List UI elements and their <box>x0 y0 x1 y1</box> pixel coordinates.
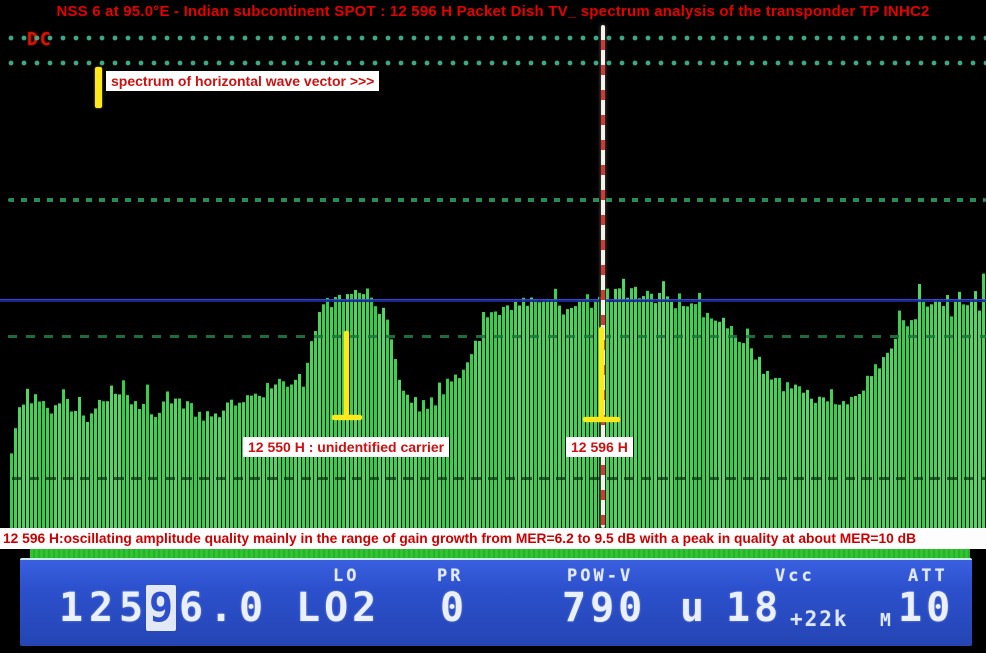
marker-12550-base <box>332 415 362 420</box>
header-lo: LO <box>333 566 359 586</box>
header-vcc: Vcc <box>775 566 815 586</box>
reference-level-line <box>0 299 986 302</box>
meter-readout-panel: LO PR POW-V Vcc ATT 12596.0 LO2 0 790 u … <box>20 558 972 646</box>
header-pr: PR <box>437 566 463 586</box>
header-pow-v: POW-V <box>567 566 633 586</box>
frequency-digit: 5 <box>116 585 146 631</box>
pow-value: 790 <box>562 585 646 631</box>
frequency-digit: 6 <box>176 585 206 631</box>
att-prefix: M <box>880 610 891 631</box>
frequency-digit: 0 <box>236 585 266 631</box>
marker-12596-base <box>583 417 620 422</box>
frequency-digit: 1 <box>56 585 86 631</box>
wave-vector-marker-bar <box>95 67 102 108</box>
marker-12550-line <box>344 331 349 417</box>
grid-dash-row-5 <box>12 477 986 480</box>
frequency-display: 12596.0 <box>56 585 266 631</box>
wave-vector-label: spectrum of horizontal wave vector >>> <box>106 71 379 91</box>
pow-unit: u <box>680 585 708 631</box>
frequency-digit: . <box>206 585 236 631</box>
pr-value: 0 <box>440 585 468 631</box>
carrier-12550-label: 12 550 H : unidentified carrier <box>243 437 449 457</box>
att-value: 10 <box>898 585 954 631</box>
analysis-note: 12 596 H:oscillating amplitude quality m… <box>0 528 986 549</box>
tone-22k-value: +22k <box>790 607 849 631</box>
panel-green-strip <box>30 549 970 558</box>
marker-12596-line <box>599 327 604 420</box>
vcc-value: 18 <box>726 585 782 631</box>
carrier-12596-label: 12 596 H <box>566 437 633 457</box>
spectrum-analyzer-photo: NSS 6 at 95.0°E - Indian subcontinent SP… <box>0 0 986 653</box>
grid-dash-row-4 <box>8 335 986 338</box>
lo-value: LO2 <box>296 585 380 631</box>
frequency-digit: 2 <box>86 585 116 631</box>
frequency-digit-cursor: 9 <box>146 585 176 631</box>
header-att: ATT <box>908 566 948 586</box>
